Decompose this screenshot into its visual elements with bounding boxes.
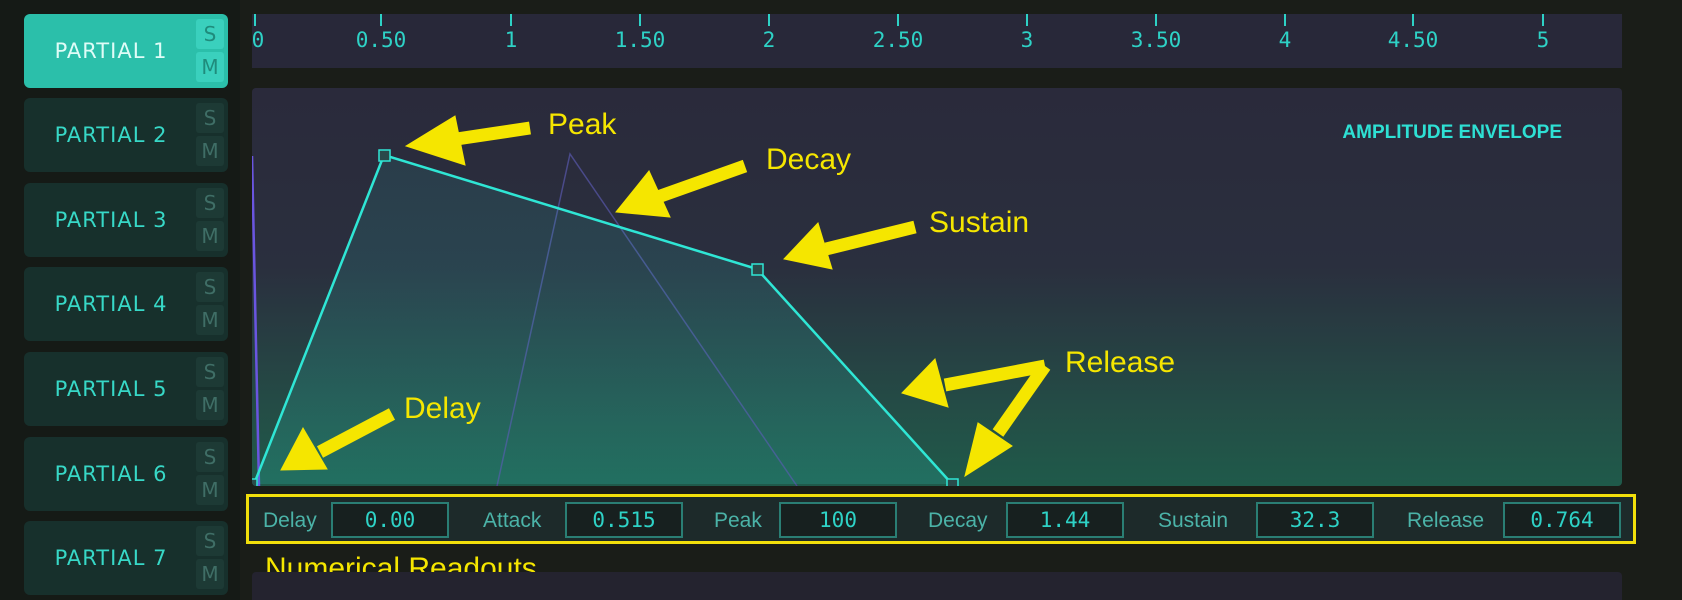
peak-value-field[interactable]: 100 — [779, 502, 897, 538]
release-label: Release — [1407, 509, 1485, 532]
lower-panel — [252, 572, 1622, 600]
attack-value-field[interactable]: 0.515 — [565, 502, 683, 538]
peak-label: Peak — [714, 509, 762, 532]
release-annotation: Release — [1065, 346, 1176, 379]
sustain-value-field[interactable]: 32.3 — [1256, 502, 1374, 538]
attack-label: Attack — [483, 509, 542, 532]
delay-annotation: Delay — [404, 392, 481, 425]
numerical-readouts: Delay 0.00 Attack 0.515 Peak 100 Decay 1… — [246, 494, 1636, 544]
decay-annotation: Decay — [766, 143, 852, 176]
peak-annotation: Peak — [548, 108, 617, 141]
sustain-label: Sustain — [1158, 509, 1229, 532]
delay-label: Delay — [263, 509, 317, 532]
release-value-field[interactable]: 0.764 — [1503, 502, 1621, 538]
sustain-annotation: Sustain — [929, 206, 1030, 239]
decay-label: Decay — [928, 509, 988, 532]
decay-value-field[interactable]: 1.44 — [1006, 502, 1124, 538]
delay-value-field[interactable]: 0.00 — [331, 502, 449, 538]
